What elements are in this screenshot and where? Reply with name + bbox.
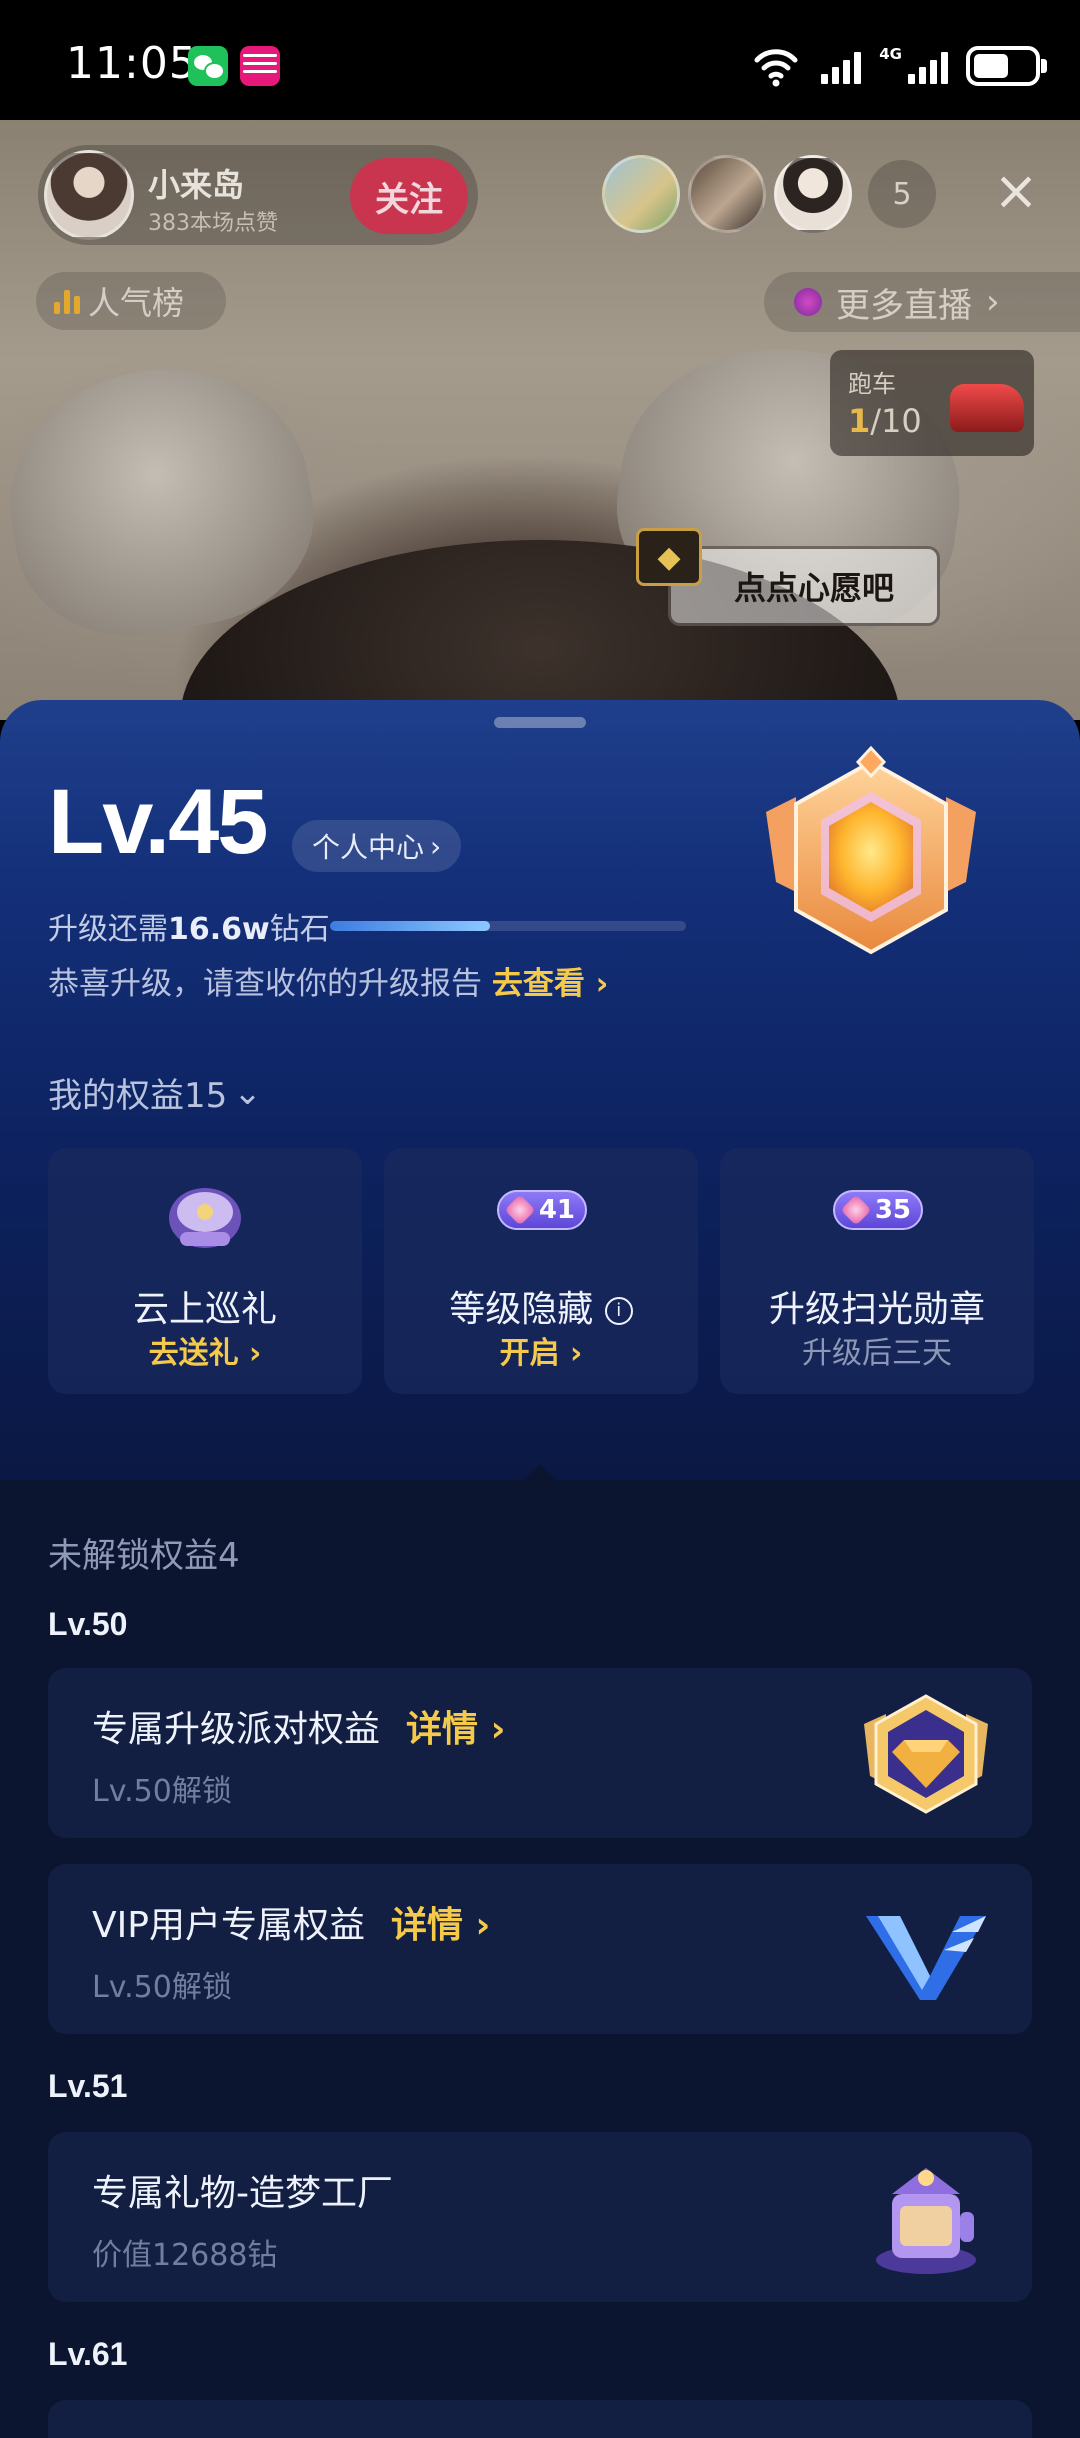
popularity-rank-button[interactable]: 人气榜 <box>36 272 226 330</box>
level-section-label: Lv.50 <box>48 1606 128 1642</box>
my-rights-toggle[interactable]: 我的权益15 ⌄ <box>48 1068 262 1117</box>
locked-right-party[interactable]: 专属升级派对权益 详情 › Lv.50解锁 <box>48 1668 1032 1838</box>
level-section-label: Lv.61 <box>48 2336 128 2372</box>
host-likes: 383本场点赞 <box>148 211 278 236</box>
level-tag: 35 <box>833 1190 923 1230</box>
battery-icon <box>966 46 1047 86</box>
status-bar: 11:05 4G <box>0 0 1080 120</box>
diamond-medal-icon <box>864 1694 988 1814</box>
more-live-button[interactable]: 更多直播 › <box>764 272 1080 332</box>
lock-name: 专属升级派对权益 <box>92 1709 381 1750</box>
info-icon: i <box>604 1297 633 1325</box>
status-time: 11:05 <box>66 38 198 89</box>
chevron-right-icon: › <box>986 282 1000 322</box>
host-name: 小来岛 <box>148 166 245 204</box>
locked-right-partial[interactable] <box>48 2400 1032 2438</box>
lock-name: 专属礼物-造梦工厂 <box>92 2173 393 2214</box>
viewer-avatar[interactable] <box>774 155 852 233</box>
lock-name: VIP用户专属权益 <box>92 1905 365 1946</box>
rank-label: 人气榜 <box>88 284 185 322</box>
dream-factory-gift-icon <box>876 2168 976 2274</box>
follow-button[interactable]: 关注 <box>350 158 468 234</box>
bar-chart-icon <box>54 288 80 314</box>
app-notification-icon <box>240 46 280 86</box>
car-gift-label: 跑车 <box>848 370 896 398</box>
status-icons: 4G <box>749 40 1047 92</box>
rights-name: 等级隐藏 i <box>384 1280 698 1332</box>
rights-action: 开启 › <box>499 1336 583 1371</box>
level-progress-fill <box>330 921 491 931</box>
app-screen: 11:05 4G 小来岛 383本场点赞 关注 5 × 人气榜 更多直播 › 跑… <box>0 0 1080 2438</box>
level-sheet: Lv.45 个人中心 › 升级还需16.6w钻石 恭喜升级，请查收你的升级报告 … <box>0 700 1080 2438</box>
level-section-label: Lv.51 <box>48 2068 128 2104</box>
host-avatar[interactable] <box>44 150 134 240</box>
detail-link[interactable]: 详情 › <box>391 1905 490 1946</box>
viewer-count[interactable]: 5 <box>868 160 936 228</box>
detail-link[interactable]: 详情 › <box>406 1709 505 1750</box>
locked-rights-title: 未解锁权益4 <box>48 1536 240 1576</box>
personal-center-button[interactable]: 个人中心 › <box>292 820 462 872</box>
wish-icon[interactable]: ◆ <box>636 528 702 586</box>
viewer-avatar[interactable] <box>602 155 680 233</box>
level-badge-icon <box>766 745 976 955</box>
rights-card-hide-level[interactable]: 41 等级隐藏 i 开启 › <box>384 1148 698 1394</box>
chevron-right-icon: › <box>430 829 442 863</box>
gift-progress-card[interactable]: 跑车 1/10 <box>830 350 1034 456</box>
locked-right-vip[interactable]: VIP用户专属权益 详情 › Lv.50解锁 <box>48 1864 1032 2034</box>
more-live-label: 更多直播 <box>836 285 972 326</box>
rights-name: 云上巡礼 <box>132 1289 277 1330</box>
upgrade-report-notice: 恭喜升级，请查收你的升级报告 去查看 › <box>48 966 609 1002</box>
chevron-down-icon: ⌄ <box>233 1072 262 1113</box>
sheet-drag-handle[interactable] <box>494 717 586 728</box>
vip-v-icon <box>866 1916 986 2000</box>
sports-car-icon <box>950 384 1024 432</box>
rights-card-shine-medal[interactable]: 35 升级扫光勋章 升级后三天 <box>720 1148 1034 1394</box>
rights-name: 升级扫光勋章 <box>768 1289 985 1330</box>
rights-action: 去送礼 › <box>148 1336 262 1371</box>
live-dot-icon <box>794 288 822 316</box>
wechat-notification-icon <box>188 46 228 86</box>
wifi-icon <box>754 49 798 87</box>
lock-unlock-level: Lv.50解锁 <box>92 1970 232 2005</box>
car-gift-progress: 1/10 <box>848 402 922 440</box>
airship-icon <box>169 1188 241 1248</box>
viewer-avatar[interactable] <box>688 155 766 233</box>
level-title: Lv.45 <box>48 771 268 873</box>
locked-right-gift[interactable]: 专属礼物-造梦工厂 价值12688钻 <box>48 2132 1032 2302</box>
close-icon[interactable]: × <box>990 164 1042 218</box>
rights-card-cloud-tour[interactable]: 云上巡礼 去送礼 › <box>48 1148 362 1394</box>
level-tag: 41 <box>497 1190 587 1230</box>
network-type: 4G <box>879 45 902 63</box>
signal-icon <box>821 48 862 84</box>
rights-status: 升级后三天 <box>802 1336 952 1371</box>
view-report-link[interactable]: 去查看 › <box>492 966 609 1002</box>
level-progress-bar <box>330 921 686 931</box>
gift-value: 价值12688钻 <box>92 2238 278 2273</box>
lock-unlock-level: Lv.50解锁 <box>92 1774 232 1809</box>
signal-2-icon <box>908 48 948 84</box>
upgrade-requirement: 升级还需16.6w钻石 <box>48 912 330 947</box>
wish-bubble[interactable]: 点点心愿吧 <box>668 546 940 626</box>
